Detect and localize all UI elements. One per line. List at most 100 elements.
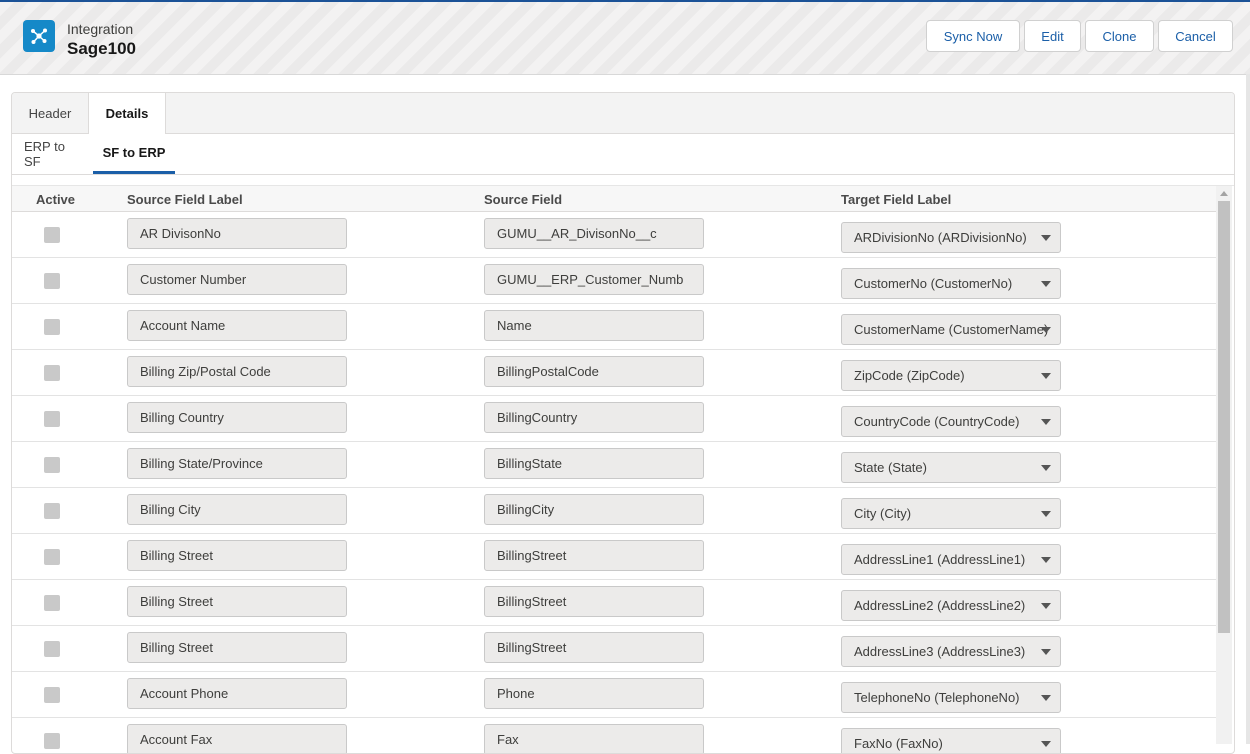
sync-now-button[interactable]: Sync Now: [926, 20, 1020, 52]
active-checkbox[interactable]: [44, 687, 60, 703]
table-row: Billing Country BillingCountry CountryCode…: [12, 396, 1217, 442]
active-checkbox[interactable]: [44, 641, 60, 657]
chevron-down-icon: [1041, 741, 1051, 747]
chevron-down-icon: [1041, 557, 1051, 563]
target-field-select[interactable]: TelephoneNo (TelephoneNo): [841, 682, 1061, 713]
table-header: Active Source Field Label Source Field T…: [12, 186, 1217, 212]
column-header-source-field: Source Field: [484, 192, 563, 207]
target-field-select[interactable]: ZipCode (ZipCode): [841, 360, 1061, 391]
active-checkbox[interactable]: [44, 503, 60, 519]
target-field-value: CustomerNo (CustomerNo): [854, 276, 1013, 291]
subtab-bar: ERP to SF SF to ERP: [12, 134, 1234, 175]
page-scrollbar[interactable]: [1246, 74, 1250, 744]
target-field-value: CustomerName (CustomerName): [854, 322, 1049, 337]
target-field-select[interactable]: AddressLine2 (AddressLine2): [841, 590, 1061, 621]
clone-button[interactable]: Clone: [1085, 20, 1154, 52]
source-field-label-input[interactable]: Billing Street: [127, 540, 347, 571]
section-spacer: [12, 175, 1234, 186]
source-field-label-input[interactable]: Billing City: [127, 494, 347, 525]
active-checkbox[interactable]: [44, 595, 60, 611]
source-field-label-input[interactable]: Billing Zip/Postal Code: [127, 356, 347, 387]
target-field-select[interactable]: CustomerNo (CustomerNo): [841, 268, 1061, 299]
chevron-down-icon: [1041, 281, 1051, 287]
table-row: Account Phone Phone TelephoneNo (Telephone…: [12, 672, 1217, 718]
active-checkbox[interactable]: [44, 549, 60, 565]
target-field-select[interactable]: ARDivisionNo (ARDivisionNo): [841, 222, 1061, 253]
source-field-input[interactable]: Name: [484, 310, 704, 341]
table-row: Account Name Name CustomerName (CustomerNa…: [12, 304, 1217, 350]
tab-bar: Header Details: [12, 93, 1234, 134]
target-field-select[interactable]: FaxNo (FaxNo): [841, 728, 1061, 753]
source-field-label-input[interactable]: Account Fax: [127, 724, 347, 753]
active-checkbox[interactable]: [44, 365, 60, 381]
tab-header[interactable]: Header: [12, 93, 89, 133]
chevron-down-icon: [1041, 327, 1051, 333]
subtab-sf-to-erp[interactable]: SF to ERP: [93, 134, 175, 174]
source-field-input[interactable]: BillingStreet: [484, 540, 704, 571]
source-field-input[interactable]: GUMU__ERP_Customer_Numb: [484, 264, 704, 295]
source-field-label-input[interactable]: Account Phone: [127, 678, 347, 709]
source-field-input[interactable]: Phone: [484, 678, 704, 709]
chevron-down-icon: [1041, 419, 1051, 425]
subtab-erp-to-sf[interactable]: ERP to SF: [24, 134, 84, 174]
record-name: Sage100: [67, 39, 136, 58]
active-checkbox[interactable]: [44, 457, 60, 473]
source-field-label-input[interactable]: Customer Number: [127, 264, 347, 295]
target-field-value: ARDivisionNo (ARDivisionNo): [854, 230, 1027, 245]
target-field-value: State (State): [854, 460, 927, 475]
column-header-target-field-label: Target Field Label: [841, 192, 952, 207]
chevron-down-icon: [1041, 465, 1051, 471]
column-header-source-field-label: Source Field Label: [127, 192, 243, 207]
active-checkbox[interactable]: [44, 319, 60, 335]
source-field-input[interactable]: GUMU__AR_DivisonNo__c: [484, 218, 704, 249]
edit-button[interactable]: Edit: [1024, 20, 1081, 52]
source-field-label-input[interactable]: Billing Street: [127, 632, 347, 663]
tab-details[interactable]: Details: [89, 93, 166, 134]
source-field-label-input[interactable]: Billing Street: [127, 586, 347, 617]
target-field-select[interactable]: AddressLine1 (AddressLine1): [841, 544, 1061, 575]
active-checkbox[interactable]: [44, 411, 60, 427]
table-row: Billing State/Province BillingState State …: [12, 442, 1217, 488]
source-field-input[interactable]: Fax: [484, 724, 704, 753]
source-field-label-input[interactable]: Billing State/Province: [127, 448, 347, 479]
source-field-input[interactable]: BillingStreet: [484, 586, 704, 617]
table-row: Billing Street BillingStreet AddressLine1 …: [12, 534, 1217, 580]
record-header: Integration Sage100 Sync Now Edit Clone …: [0, 2, 1250, 75]
target-field-select[interactable]: CustomerName (CustomerName): [841, 314, 1061, 345]
source-field-label-input[interactable]: AR DivisonNo: [127, 218, 347, 249]
target-field-value: AddressLine1 (AddressLine1): [854, 552, 1026, 567]
target-field-select[interactable]: City (City): [841, 498, 1061, 529]
table-row: Account Fax Fax FaxNo (FaxNo): [12, 718, 1217, 753]
source-field-label-input[interactable]: Billing Country: [127, 402, 347, 433]
source-field-label-input[interactable]: Account Name: [127, 310, 347, 341]
target-field-select[interactable]: AddressLine3 (AddressLine3): [841, 636, 1061, 667]
table-row: AR DivisonNo GUMU__AR_DivisonNo__c ARDivis…: [12, 212, 1217, 258]
active-checkbox[interactable]: [44, 227, 60, 243]
active-checkbox[interactable]: [44, 733, 60, 749]
table-row: Billing City BillingCity City (City): [12, 488, 1217, 534]
scrollbar-thumb[interactable]: [1218, 201, 1230, 633]
source-field-input[interactable]: BillingCity: [484, 494, 704, 525]
target-field-select[interactable]: CountryCode (CountryCode): [841, 406, 1061, 437]
object-label: Integration: [67, 21, 134, 37]
source-field-input[interactable]: BillingStreet: [484, 632, 704, 663]
target-field-value: City (City): [854, 506, 912, 521]
target-field-value: AddressLine3 (AddressLine3): [854, 644, 1026, 659]
detail-card: Header Details ERP to SF SF to ERP Activ…: [11, 92, 1235, 754]
table-row: Billing Street BillingStreet AddressLine3 …: [12, 626, 1217, 672]
source-field-input[interactable]: BillingState: [484, 448, 704, 479]
chevron-down-icon: [1041, 695, 1051, 701]
table-row: Customer Number GUMU__ERP_Customer_Numb Cu…: [12, 258, 1217, 304]
source-field-input[interactable]: BillingCountry: [484, 402, 704, 433]
chevron-down-icon: [1041, 511, 1051, 517]
source-field-input[interactable]: BillingPostalCode: [484, 356, 704, 387]
chevron-down-icon: [1041, 603, 1051, 609]
cancel-button[interactable]: Cancel: [1158, 20, 1233, 52]
table-row: Billing Zip/Postal Code BillingPostalCode…: [12, 350, 1217, 396]
chevron-down-icon: [1041, 373, 1051, 379]
active-checkbox[interactable]: [44, 273, 60, 289]
scroll-up-arrow-icon[interactable]: [1220, 191, 1228, 196]
target-field-select[interactable]: State (State): [841, 452, 1061, 483]
column-header-active: Active: [36, 192, 76, 207]
integration-hub-icon: [23, 20, 55, 52]
